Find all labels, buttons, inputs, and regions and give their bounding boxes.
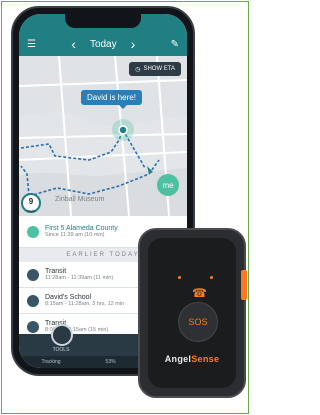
speed-value: 9 xyxy=(28,197,34,206)
location-tooltip: David is here! xyxy=(81,90,142,109)
phone-icon: ☎ xyxy=(192,286,207,300)
menu-icon[interactable]: ☰ xyxy=(27,39,36,50)
speed-indicator: 9 mph xyxy=(21,193,41,213)
sos-button[interactable]: SOS xyxy=(178,302,218,342)
brand-main: Angel xyxy=(164,354,192,364)
prev-day-icon[interactable]: ‹ xyxy=(71,37,76,51)
transit-icon xyxy=(27,320,39,333)
tools-button[interactable] xyxy=(51,324,73,346)
list-item-subtitle: 8:15am - 11:28am, 3 hrs, 12 min xyxy=(45,301,125,307)
angelsense-device: ☎ SOS AngelSense xyxy=(138,228,247,398)
me-button[interactable]: me xyxy=(157,174,179,196)
location-pin-icon xyxy=(27,225,39,238)
clock-icon: ◷ xyxy=(135,66,141,73)
speed-unit: mph xyxy=(27,208,35,213)
device-brand: AngelSense xyxy=(148,354,236,364)
device-face: ☎ SOS AngelSense xyxy=(148,238,236,388)
device-led xyxy=(178,276,181,279)
app-bar: ☰ ‹ Today › ✎ xyxy=(19,32,187,56)
device-led xyxy=(210,276,213,279)
list-item-title: David's School xyxy=(45,294,92,301)
map-place-label: Zinball Museum xyxy=(55,196,105,203)
tracking-status: Tracking xyxy=(41,359,61,365)
location-pin-icon xyxy=(27,294,39,307)
list-item-title: Transit xyxy=(45,268,67,275)
map-view[interactable]: ◷ SHOW ETA David is here! me 9 mph Zinba… xyxy=(19,56,187,216)
next-day-icon[interactable]: › xyxy=(131,37,136,51)
edit-icon[interactable]: ✎ xyxy=(171,39,179,50)
list-item-subtitle: 11:28am - 11:39am (11 min) xyxy=(45,275,114,281)
tab-tools[interactable]: TOOLS xyxy=(19,347,103,356)
current-location-title: First 5 Alameda County xyxy=(45,225,118,232)
show-eta-button[interactable]: ◷ SHOW ETA xyxy=(129,62,181,76)
date-label: Today xyxy=(89,38,117,50)
show-eta-label: SHOW ETA xyxy=(143,66,175,72)
phone-notch xyxy=(65,14,141,28)
brand-accent: Sense xyxy=(191,354,220,364)
device-side-button xyxy=(241,270,247,300)
device-battery: 53% xyxy=(105,359,116,365)
tab-tools-label: TOOLS xyxy=(52,347,70,353)
current-location-subtitle: Since 11:39 am (10 min) xyxy=(45,232,105,238)
transit-icon xyxy=(27,268,39,281)
